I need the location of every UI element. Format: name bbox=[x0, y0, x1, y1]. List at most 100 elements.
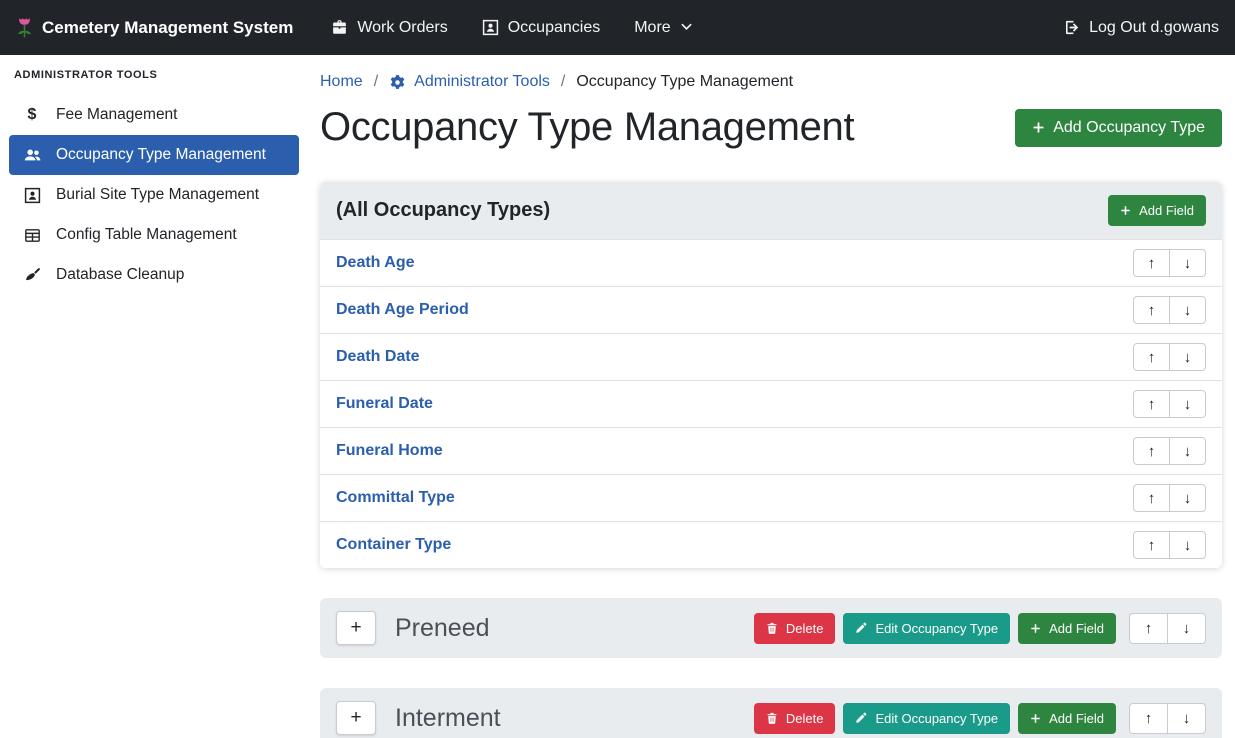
breadcrumb-separator: / bbox=[561, 73, 565, 91]
sidebar-item-label: Fee Management bbox=[56, 106, 178, 124]
add-field-button[interactable]: Add Field bbox=[1018, 703, 1116, 734]
sidebar-item-label: Occupancy Type Management bbox=[56, 146, 266, 164]
move-up-button[interactable]: ↑ bbox=[1129, 703, 1168, 734]
add-field-button[interactable]: Add Field bbox=[1018, 613, 1116, 644]
headstone-icon bbox=[21, 187, 43, 204]
field-link[interactable]: Container Type bbox=[336, 536, 451, 554]
plus-icon bbox=[1030, 713, 1041, 724]
nav-more[interactable]: More bbox=[634, 19, 692, 37]
move-down-button[interactable]: ↓ bbox=[1169, 484, 1206, 512]
move-down-button[interactable]: ↓ bbox=[1169, 531, 1206, 559]
page-title: Occupancy Type Management bbox=[320, 105, 854, 150]
sidebar-item-occupancy-type-management[interactable]: Occupancy Type Management bbox=[9, 135, 299, 175]
move-up-button[interactable]: ↑ bbox=[1133, 343, 1170, 371]
delete-label: Delete bbox=[786, 711, 824, 726]
move-down-button[interactable]: ↓ bbox=[1169, 437, 1206, 465]
plus-icon: + bbox=[350, 707, 361, 729]
expand-section-button[interactable]: + bbox=[336, 701, 376, 735]
field-link[interactable]: Death Age Period bbox=[336, 301, 469, 319]
field-link[interactable]: Death Date bbox=[336, 348, 420, 366]
field-link[interactable]: Death Age bbox=[336, 254, 415, 272]
breadcrumb-admin-tools[interactable]: Administrator Tools bbox=[389, 73, 550, 91]
move-down-button[interactable]: ↓ bbox=[1167, 703, 1206, 734]
delete-button[interactable]: Delete bbox=[754, 613, 836, 644]
add-field-button[interactable]: Add Field bbox=[1108, 195, 1206, 226]
sidebar-heading: Administrator Tools bbox=[0, 69, 308, 81]
breadcrumb-admin-tools-label: Administrator Tools bbox=[414, 73, 550, 91]
arrow-up-icon: ↑ bbox=[1145, 620, 1153, 637]
move-down-button[interactable]: ↓ bbox=[1169, 390, 1206, 418]
fields-list: Death Age ↑ ↓ Death Age Period ↑ ↓ Death… bbox=[320, 239, 1222, 568]
move-down-button[interactable]: ↓ bbox=[1169, 249, 1206, 277]
arrow-down-icon: ↓ bbox=[1184, 302, 1192, 319]
edit-occupancy-type-button[interactable]: Edit Occupancy Type bbox=[843, 613, 1010, 644]
arrow-up-icon: ↑ bbox=[1148, 302, 1156, 319]
move-down-button[interactable]: ↓ bbox=[1169, 296, 1206, 324]
portrait-icon bbox=[482, 19, 499, 36]
navbar-links: Work Orders Occupancies More bbox=[331, 19, 692, 37]
delete-button[interactable]: Delete bbox=[754, 703, 836, 734]
main-content: Home / Administrator Tools / Occupancy T… bbox=[308, 55, 1235, 738]
plus-icon bbox=[1120, 205, 1131, 216]
field-link[interactable]: Funeral Home bbox=[336, 442, 443, 460]
nav-more-label: More bbox=[634, 19, 670, 37]
dollar-icon: $ bbox=[21, 106, 43, 124]
move-up-button[interactable]: ↑ bbox=[1133, 390, 1170, 418]
arrow-up-icon: ↑ bbox=[1148, 349, 1156, 366]
logout-label: Log Out d.gowans bbox=[1089, 19, 1219, 37]
move-up-button[interactable]: ↑ bbox=[1133, 484, 1170, 512]
arrow-down-icon: ↓ bbox=[1184, 349, 1192, 366]
move-up-button[interactable]: ↑ bbox=[1133, 296, 1170, 324]
sidebar-item-config-table-management[interactable]: Config Table Management bbox=[0, 215, 308, 255]
title-row: Occupancy Type Management Add Occupancy … bbox=[320, 105, 1222, 150]
trash-icon bbox=[766, 622, 778, 635]
gear-icon bbox=[389, 74, 406, 91]
plus-icon: + bbox=[350, 617, 361, 639]
arrow-up-icon: ↑ bbox=[1145, 710, 1153, 727]
edit-occupancy-type-button[interactable]: Edit Occupancy Type bbox=[843, 703, 1010, 734]
app-brand[interactable]: Cemetery Management System bbox=[16, 16, 293, 40]
nav-occupancies[interactable]: Occupancies bbox=[482, 19, 601, 37]
add-field-label: Add Field bbox=[1049, 711, 1104, 726]
move-down-button[interactable]: ↓ bbox=[1167, 613, 1206, 644]
field-link[interactable]: Funeral Date bbox=[336, 395, 433, 413]
add-occupancy-type-button[interactable]: Add Occupancy Type bbox=[1015, 109, 1222, 147]
add-occupancy-type-label: Add Occupancy Type bbox=[1053, 119, 1205, 137]
breadcrumb-home[interactable]: Home bbox=[320, 73, 363, 91]
reorder-buttons: ↑ ↓ bbox=[1133, 531, 1206, 559]
move-up-button[interactable]: ↑ bbox=[1133, 437, 1170, 465]
field-link[interactable]: Committal Type bbox=[336, 489, 455, 507]
sidebar-item-label: Config Table Management bbox=[56, 226, 237, 244]
move-up-button[interactable]: ↑ bbox=[1133, 249, 1170, 277]
logout-icon bbox=[1063, 19, 1080, 36]
occupancy-type-section-preneed: + Preneed Delete Edit Occupancy Type Add bbox=[320, 598, 1222, 658]
table-icon bbox=[21, 227, 43, 244]
all-types-card-header: (All Occupancy Types) Add Field bbox=[320, 182, 1222, 239]
all-types-title: (All Occupancy Types) bbox=[336, 199, 550, 222]
move-up-button[interactable]: ↑ bbox=[1133, 531, 1170, 559]
expand-section-button[interactable]: + bbox=[336, 611, 376, 645]
field-row: Container Type ↑ ↓ bbox=[320, 521, 1222, 568]
logout-link[interactable]: Log Out d.gowans bbox=[1063, 19, 1219, 37]
top-navbar: Cemetery Management System Work Orders O… bbox=[0, 0, 1235, 55]
sidebar-item-burial-site-type-management[interactable]: Burial Site Type Management bbox=[0, 175, 308, 215]
sidebar-item-fee-management[interactable]: $ Fee Management bbox=[0, 95, 308, 135]
section-actions: Delete Edit Occupancy Type Add Field ↑ bbox=[754, 703, 1206, 734]
arrow-up-icon: ↑ bbox=[1148, 255, 1156, 272]
nav-work-orders[interactable]: Work Orders bbox=[331, 19, 447, 37]
add-field-label: Add Field bbox=[1049, 621, 1104, 636]
section-actions: Delete Edit Occupancy Type Add Field ↑ bbox=[754, 613, 1206, 644]
reorder-buttons: ↑ ↓ bbox=[1133, 249, 1206, 277]
field-row: Funeral Date ↑ ↓ bbox=[320, 380, 1222, 427]
field-row: Death Date ↑ ↓ bbox=[320, 333, 1222, 380]
occupancy-type-name: Preneed bbox=[395, 614, 490, 643]
reorder-buttons: ↑ ↓ bbox=[1133, 484, 1206, 512]
sidebar-item-database-cleanup[interactable]: Database Cleanup bbox=[0, 255, 308, 295]
move-up-button[interactable]: ↑ bbox=[1129, 613, 1168, 644]
nav-work-orders-label: Work Orders bbox=[357, 19, 447, 37]
pencil-icon bbox=[855, 712, 867, 724]
arrow-down-icon: ↓ bbox=[1184, 396, 1192, 413]
field-row: Death Age ↑ ↓ bbox=[320, 239, 1222, 286]
move-down-button[interactable]: ↓ bbox=[1169, 343, 1206, 371]
sidebar-nav: $ Fee Management Occupancy Type Manageme… bbox=[0, 95, 308, 295]
